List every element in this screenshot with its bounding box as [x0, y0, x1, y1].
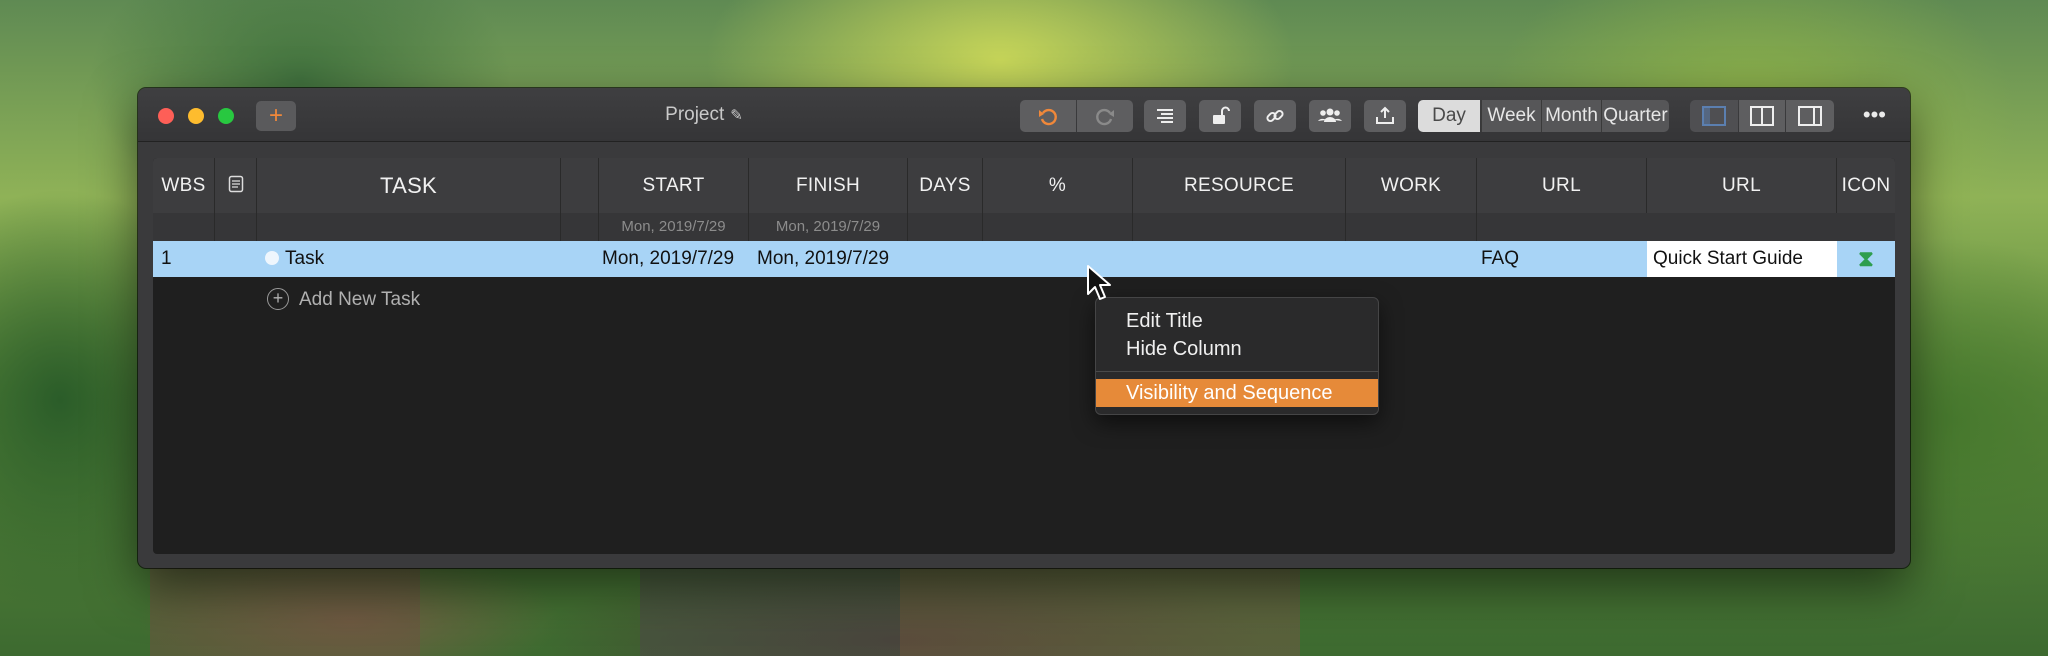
- subheader-notes: [215, 213, 257, 241]
- undo-icon: [1039, 108, 1057, 126]
- zoom-window-button[interactable]: [218, 108, 234, 124]
- pencil-icon: ✎: [730, 107, 743, 124]
- minimize-window-button[interactable]: [188, 108, 204, 124]
- undo-button[interactable]: [1020, 100, 1076, 132]
- column-header-finish[interactable]: FINISH: [749, 158, 908, 213]
- window-title-area[interactable]: Project ✎: [614, 102, 794, 128]
- split-panel-button[interactable]: [1739, 100, 1785, 132]
- unlock-icon: [1213, 106, 1230, 124]
- subheader-resource: [1133, 213, 1346, 241]
- context-menu: Edit Title Hide Column Visibility and Se…: [1095, 297, 1379, 415]
- table-row[interactable]: 1 Task Mon, 2019/7/29 Mon, 2019/7/29 FAQ…: [153, 241, 1895, 277]
- people-icon: [1318, 108, 1342, 122]
- note-icon: [228, 175, 243, 193]
- subheader-start-date: Mon, 2019/7/29: [599, 213, 749, 241]
- row-task-name: Task: [285, 248, 325, 269]
- column-header-work[interactable]: WORK: [1346, 158, 1477, 213]
- view-month-button[interactable]: Month: [1541, 100, 1601, 132]
- app-window: + Project ✎ Day Week Month Quarter ••• W…: [138, 88, 1910, 568]
- share-button[interactable]: [1364, 100, 1406, 132]
- redo-button[interactable]: [1077, 100, 1133, 132]
- column-header-start[interactable]: START: [599, 158, 749, 213]
- view-week-button[interactable]: Week: [1481, 100, 1541, 132]
- background-village: [0, 560, 2048, 656]
- mouse-pointer-icon: [1087, 265, 1111, 300]
- column-header-days[interactable]: DAYS: [908, 158, 983, 213]
- left-sidebar-icon: [1702, 106, 1726, 126]
- share-icon: [1376, 106, 1394, 124]
- left-panel-button[interactable]: [1690, 100, 1738, 132]
- column-header-url-1[interactable]: URL: [1477, 158, 1647, 213]
- menu-item-visibility-and-sequence[interactable]: Visibility and Sequence: [1096, 379, 1378, 407]
- column-header-url-2[interactable]: URL: [1647, 158, 1837, 213]
- row-task-cell[interactable]: Task: [265, 241, 561, 277]
- add-new-task-label: Add New Task: [299, 289, 421, 310]
- row-start[interactable]: Mon, 2019/7/29: [602, 241, 749, 277]
- plus-circle-icon: +: [267, 288, 289, 310]
- column-header-wbs[interactable]: WBS: [153, 158, 215, 213]
- resources-button[interactable]: [1309, 100, 1351, 132]
- link-button[interactable]: [1254, 100, 1296, 132]
- indent-button[interactable]: [1144, 100, 1186, 132]
- column-header-percent[interactable]: %: [983, 158, 1133, 213]
- menu-separator: [1096, 371, 1378, 372]
- view-quarter-button[interactable]: Quarter: [1601, 100, 1669, 132]
- add-new-task-button[interactable]: + Add New Task: [267, 287, 420, 313]
- column-header-icon[interactable]: ICON: [1837, 158, 1895, 213]
- titlebar: + Project ✎ Day Week Month Quarter •••: [138, 88, 1910, 142]
- row-finish[interactable]: Mon, 2019/7/29: [757, 241, 908, 277]
- align-right-icon: [1157, 109, 1173, 123]
- redo-icon: [1096, 108, 1114, 126]
- task-table: WBS TASK START FINISH DAYS % RESOURCE WO…: [153, 158, 1895, 554]
- subheader-blank: [561, 213, 599, 241]
- subheader-finish-date: Mon, 2019/7/29: [749, 213, 908, 241]
- link-icon: [1266, 109, 1284, 123]
- subheader-task: [257, 213, 561, 241]
- table-subheader: Mon, 2019/7/29 Mon, 2019/7/29: [153, 213, 1895, 241]
- column-header-task[interactable]: TASK: [257, 158, 561, 213]
- row-wbs: 1: [161, 248, 172, 269]
- row-url-2[interactable]: Quick Start Guide: [1647, 241, 1837, 277]
- more-options-button[interactable]: •••: [1863, 102, 1886, 128]
- hourglass-icon: ⧗: [1858, 246, 1874, 271]
- lock-button[interactable]: [1199, 100, 1241, 132]
- column-header-notes[interactable]: [215, 158, 257, 213]
- row-url-1[interactable]: FAQ: [1481, 241, 1647, 277]
- subheader-work: [1346, 213, 1477, 241]
- window-title: Project: [665, 104, 725, 125]
- task-status-dot: [265, 251, 279, 265]
- subheader-wbs: [153, 213, 215, 241]
- menu-item-edit-title[interactable]: Edit Title: [1126, 307, 1203, 335]
- column-header-blank[interactable]: [561, 158, 599, 213]
- subheader-percent: [983, 213, 1133, 241]
- add-button[interactable]: +: [256, 101, 296, 131]
- table-header: WBS TASK START FINISH DAYS % RESOURCE WO…: [153, 158, 1895, 213]
- column-header-resource[interactable]: RESOURCE: [1133, 158, 1346, 213]
- right-sidebar-icon: [1798, 106, 1822, 126]
- split-view-icon: [1750, 106, 1774, 126]
- menu-item-hide-column[interactable]: Hide Column: [1126, 335, 1242, 363]
- close-window-button[interactable]: [158, 108, 174, 124]
- subheader-days: [908, 213, 983, 241]
- right-panel-button[interactable]: [1786, 100, 1834, 132]
- view-day-button[interactable]: Day: [1418, 100, 1480, 132]
